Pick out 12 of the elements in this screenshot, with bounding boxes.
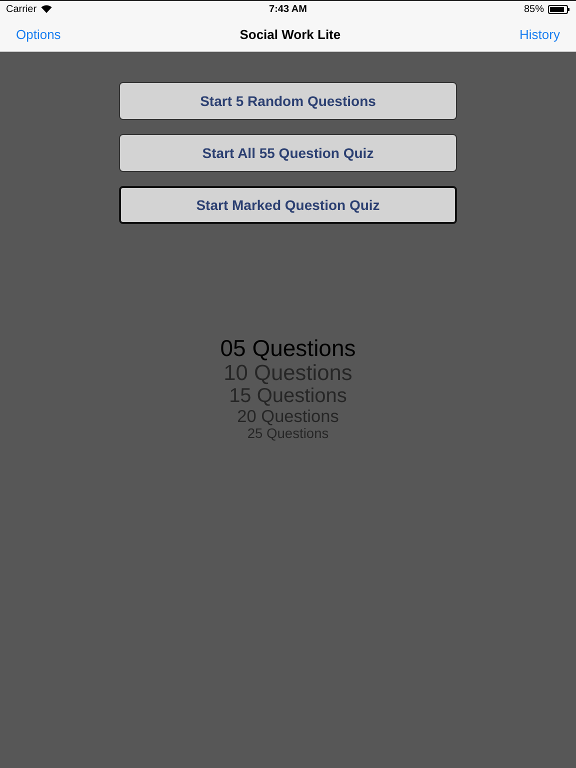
- battery-percent: 85%: [524, 4, 544, 14]
- status-time: 7:43 AM: [269, 4, 307, 14]
- carrier-label: Carrier: [6, 4, 37, 14]
- quiz-button[interactable]: Start Marked Question Quiz: [119, 186, 457, 224]
- picker-option[interactable]: 05 Questions: [220, 336, 356, 362]
- battery-icon: [548, 4, 570, 14]
- wifi-icon: [40, 5, 52, 13]
- quiz-button[interactable]: Start All 55 Question Quiz: [119, 134, 457, 172]
- nav-title: Social Work Lite: [240, 26, 341, 42]
- options-link[interactable]: Options: [16, 26, 61, 42]
- history-link[interactable]: History: [520, 26, 560, 42]
- quiz-button[interactable]: Start 5 Random Questions: [119, 82, 457, 120]
